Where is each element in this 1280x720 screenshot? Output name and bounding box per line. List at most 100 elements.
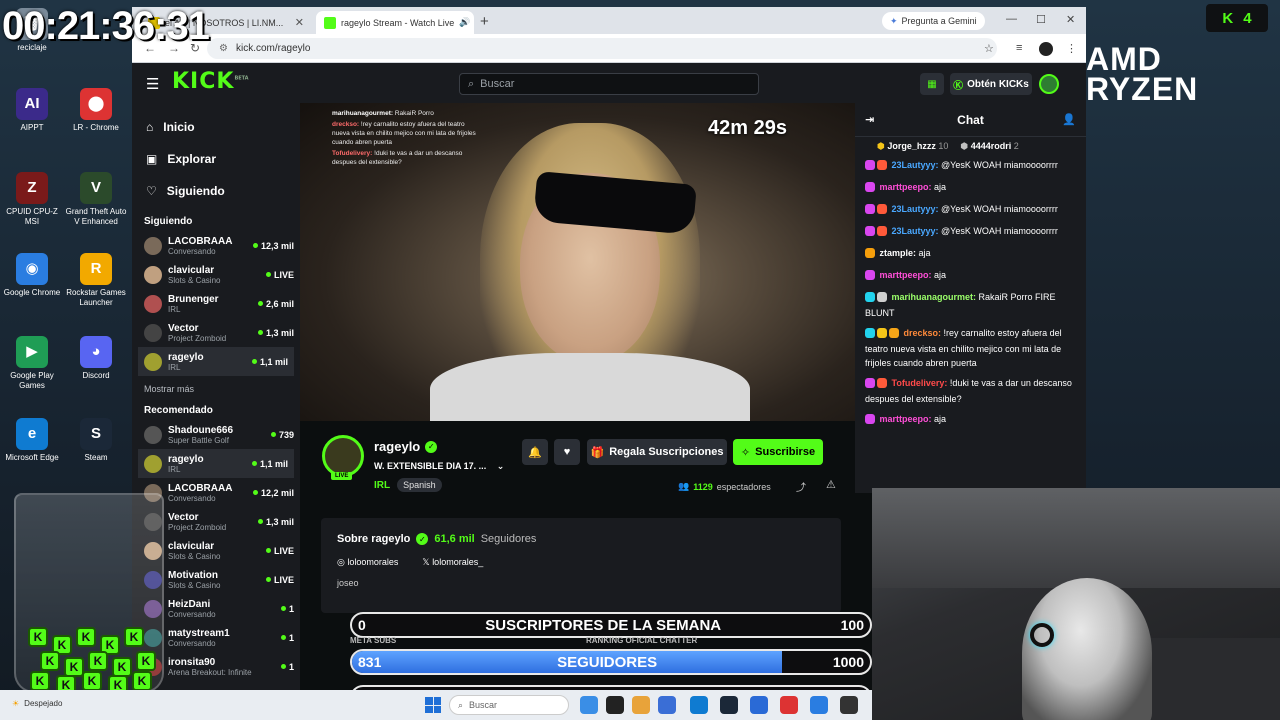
weather-widget[interactable]: ☀ Despejado [12,699,62,708]
taskbar-app-icon[interactable] [606,696,624,714]
chat-username[interactable]: Tofudelivery: [889,378,950,388]
channel-row[interactable]: LACOBRAAA Conversando 12,3 mil [132,231,300,260]
search-icon: ⌕ [458,699,464,710]
app-icon: ◉ [16,253,48,285]
desktop-shortcut[interactable]: ◕ Discord [64,336,128,381]
x-link[interactable]: 𝕏 lolomorales_ [422,557,483,568]
search-input[interactable]: ⌕ Buscar [459,73,759,95]
taskbar-search[interactable]: ⌕ Buscar [449,695,569,715]
video-timer: 42m 29s [708,117,787,139]
taskbar-edge-icon[interactable] [690,696,708,714]
profile-avatar[interactable] [1039,42,1053,56]
taskbar-chrome-icon[interactable] [810,696,828,714]
taskbar-app-icon[interactable] [840,696,858,714]
get-kicks-button[interactable]: Ⓚ Obtén KICKs [950,73,1032,95]
nav-item-following[interactable]: ♡ Siguiendo [146,175,300,207]
share-icon[interactable]: ⤴ [796,479,806,494]
taskbar-app-icon[interactable] [580,696,598,714]
channel-row[interactable]: Vector Project Zomboid 1,3 mil [132,318,300,347]
tab-rageylo[interactable]: rageylo Stream - Watch Live 🔊 ✕ [316,11,474,34]
chat-username[interactable]: 23Lautyyy: [889,160,941,170]
user-avatar[interactable] [1039,74,1059,94]
channel-row[interactable]: clavicular Slots & Casino LIVE [132,260,300,289]
goal-sub-label: META SUBS [350,636,397,645]
chevron-down-icon[interactable]: ⌄ [497,461,505,471]
desktop-shortcut[interactable]: ⬤ LR - Chrome [64,88,128,133]
minimize-icon[interactable]: — [1006,13,1017,25]
chat-badge-icon [865,270,875,280]
desktop-shortcut[interactable]: V Grand Theft Auto V Enhanced [64,172,128,227]
taskbar-steam-icon[interactable] [720,696,738,714]
subscribe-label: Suscribirse [755,446,816,458]
desktop-shortcut[interactable]: ◉ Google Chrome [0,253,64,298]
streamer-avatar[interactable] [322,435,364,477]
desktop-shortcut[interactable]: ▶ Google Play Games [0,336,64,391]
channel-row[interactable]: rageylo IRL 1,1 mil [138,347,294,376]
gemini-button[interactable]: ✦ Pregunta a Gemini [882,12,985,30]
chat-users-icon[interactable]: 👤 [1062,113,1076,126]
gift-subs-button[interactable]: 🎁 Regala Suscripciones [587,439,727,465]
url-input[interactable]: ⚙ kick.com/rageylo [207,38,997,59]
taskbar-app-icon[interactable] [658,696,676,714]
desktop-shortcut[interactable]: Z CPUID CPU-Z MSI [0,172,64,227]
show-more-link[interactable]: Mostrar más [132,376,300,396]
browser-menu-icon[interactable]: ⋮ [1066,42,1077,55]
chat-text: aja [918,248,931,258]
channel-category: IRL [168,304,181,314]
chat-username[interactable]: marttpeepo: [877,182,934,192]
close-tab-icon[interactable]: ✕ [295,16,304,29]
chat-username[interactable]: ztample: [877,248,919,258]
chat-username[interactable]: 23Lautyyy: [889,226,941,236]
start-button[interactable] [425,697,441,713]
top-gifter[interactable]: ⬢ 4444rodri 2 [960,141,1018,151]
site-info-icon[interactable]: ⚙ [219,43,228,54]
maximize-icon[interactable]: ☐ [1036,13,1046,26]
nav-item-home[interactable]: ⌂ Inicio [146,111,300,143]
channel-text: HeizDani Conversando [168,599,275,619]
top-gifter[interactable]: ⬢ Jorge_hzzz 10 [877,141,948,151]
app-icon: ▶ [16,336,48,368]
desktop-shortcut[interactable]: R Rockstar Games Launcher [64,253,128,308]
channel-row[interactable]: Brunenger IRL 2,6 mil [132,289,300,318]
app-icon: R [80,253,112,285]
desktop-shortcut[interactable]: e Microsoft Edge [0,418,64,463]
store-button[interactable]: ▦ [920,73,944,95]
audio-icon[interactable]: 🔊 [459,17,470,28]
notification-button[interactable]: 🔔 [522,439,548,465]
nav-item-explore[interactable]: ▣ Explorar [146,143,300,175]
taskbar-folder-icon[interactable] [632,696,650,714]
overlay-chat-user: dreckso: [332,121,360,128]
goal-bar: 831 SEGUIDORES 1000 [350,649,872,675]
desktop-shortcut[interactable]: AI AIPPT [0,88,64,133]
category-link[interactable]: IRL [374,480,390,491]
cast-icon[interactable]: ≡ [1016,42,1022,54]
report-icon[interactable]: ⚠ [826,478,836,491]
streamer-name[interactable]: rageylo ✓ [374,439,438,454]
taskbar-chrome-icon[interactable] [780,696,798,714]
instagram-link[interactable]: ◎ loloomorales [337,557,398,568]
taskbar-app-icon[interactable] [750,696,768,714]
hamburger-menu-icon[interactable]: ☰ [146,75,159,93]
bookmark-star-icon[interactable]: ☆ [984,42,994,55]
kick-coin-icon: Ⓚ [953,80,964,92]
chat-username[interactable]: marttpeepo: [877,270,934,280]
video-player[interactable]: marihuanagourmet: RakaiR Porro dreckso: !… [300,103,855,421]
chat-badges [865,292,889,306]
chat-badges [865,182,877,196]
new-tab-icon[interactable]: + [480,13,489,30]
chat-username[interactable]: marihuanagourmet: [889,292,979,302]
app-icon: ⬤ [80,88,112,120]
kick-logo[interactable]: KICKBETA [172,69,249,94]
chat-username[interactable]: drecksо: [901,328,944,338]
collapse-chat-icon[interactable]: ⇥ [865,113,874,126]
channel-viewer-count: 12,2 mil [260,487,294,498]
channel-row[interactable]: Shadoune666 Super Battle Golf 739 [132,420,300,449]
desktop-shortcut[interactable]: S Steam [64,418,128,463]
channel-row[interactable]: rageylo IRL 1,1 mil [138,449,294,478]
language-tag[interactable]: Spanish [397,478,442,492]
follow-button[interactable]: ♥ [554,439,580,465]
chat-username[interactable]: 23Lautyyy: [889,204,941,214]
chat-username[interactable]: marttpeepo: [877,414,934,424]
subscribe-button[interactable]: ✧ Suscribirse [733,439,823,465]
close-window-icon[interactable]: ✕ [1066,13,1075,26]
